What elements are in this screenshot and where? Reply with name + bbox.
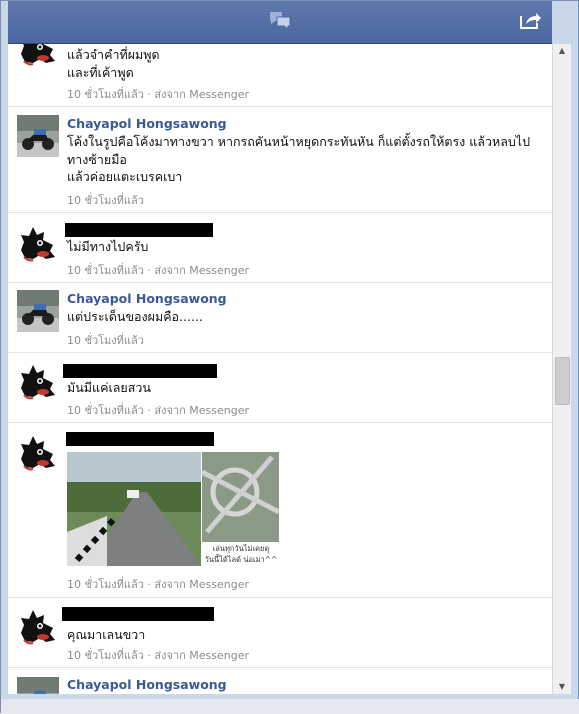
message-list: แล้วจำคำที่ผมพูดและที่เค้าพูด 10 ชั่วโมงท… [8,44,552,694]
message-line: มันมีแค่เลยสวน [67,380,151,395]
share-icon[interactable] [518,9,542,35]
message-line: และที่เค้าพูด [67,64,134,80]
chat-header [8,1,552,44]
sender-name[interactable]: Chayapol Hongsawong [67,116,227,131]
avatar-motorcycle[interactable] [17,115,59,157]
message-timestamp[interactable]: 10 ชั่วโมงที่แล้ว · ส่งจาก Messenger [67,261,249,279]
sender-name[interactable]: Chayapol Hongsawong [67,291,227,306]
message-item: แล้วจำคำที่ผมพูดและที่เค้าพูด 10 ชั่วโมงท… [8,44,552,107]
message-line: คุณมาเลนขวา [67,627,146,642]
message-line: แล้วค่อยแตะเบรคเบา [67,169,183,184]
redacted-sender-name [63,364,217,378]
message-text: โค้งในรูปคือโค้งมาทางขวา หากรถคันหน้าหยุ… [67,133,545,186]
window-bottom-edge [1,699,579,714]
sender-name[interactable]: Chayapol Hongsawong [67,677,227,692]
message-line: แล้วจำคำที่ผมพูด [67,47,160,62]
avatar-dog-icon[interactable] [17,223,59,265]
photo-attachment[interactable]: เล่นทุกวันไม่เคยดุ วันนี้ได้ไลด์ น่อเมา^^ [67,452,281,570]
avatar-motorcycle[interactable] [17,677,59,694]
avatar-dog-icon[interactable] [17,44,59,69]
avatar-motorcycle[interactable] [17,290,59,332]
message-text: ไม่มีทางไปครับ [67,238,545,256]
scroll-up-icon[interactable]: ▲ [553,44,571,58]
redacted-sender-name [62,607,214,621]
chat-window: แล้วจำคำที่ผมพูดและที่เค้าพูด 10 ชั่วโมงท… [0,0,579,714]
message-timestamp[interactable]: 10 ชั่วโมงที่แล้ว · ส่งจาก Messenger [67,575,249,593]
message-item: มันมีแค่เลยสวน 10 ชั่วโมงที่แล้ว · ส่งจาก… [8,353,552,423]
message-item: Chayapol Hongsawong แต่ประเด็นของผมคือ...… [8,283,552,353]
message-timestamp[interactable]: 10 ชั่วโมงที่แล้ว [67,331,144,349]
scroll-down-icon[interactable]: ▼ [553,680,571,694]
message-item: Chayapol Hongsawong โค้งในรูปคือโค้งมาทาง… [8,107,552,213]
message-line: ไม่มีทางไปครับ [67,239,149,254]
message-line: โค้งในรูปคือโค้งมาทางขวา หากรถคันหน้าหยุ… [67,134,531,167]
message-item: เล่นทุกวันไม่เคยดุ วันนี้ได้ไลด์ น่อเมา^^… [8,423,552,598]
scroll-thumb[interactable] [555,357,570,405]
avatar-dog-icon[interactable] [17,606,59,648]
message-timestamp[interactable]: 10 ชั่วโมงที่แล้ว · ส่งจาก Messenger [67,85,249,103]
redacted-sender-name [65,223,213,237]
message-timestamp[interactable]: 10 ชั่วโมงที่แล้ว · ส่งจาก Messenger [67,646,249,664]
message-line: แต่ประเด็นของผมคือ...... [67,309,203,324]
redacted-sender-name [66,432,214,446]
message-item: ไม่มีทางไปครับ 10 ชั่วโมงที่แล้ว · ส่งจาก… [8,213,552,283]
avatar-dog-icon[interactable] [17,361,59,403]
message-timestamp[interactable]: 10 ชั่วโมงที่แล้ว [67,191,144,209]
avatar-dog-icon[interactable] [17,432,59,474]
message-item: Chayapol Hongsawong [8,668,552,694]
message-text: แล้วจำคำที่ผมพูดและที่เค้าพูด [67,46,545,81]
message-text: คุณมาเลนขวา [67,626,545,644]
message-item: คุณมาเลนขวา 10 ชั่วโมงที่แล้ว · ส่งจาก Me… [8,598,552,668]
message-text: แต่ประเด็นของผมคือ...... [67,308,545,326]
scrollbar[interactable]: ▲ ▼ [553,44,571,694]
message-timestamp[interactable]: 10 ชั่วโมงที่แล้ว · ส่งจาก Messenger [67,401,249,419]
message-text: มันมีแค่เลยสวน [67,379,545,397]
chat-bubbles-icon[interactable] [268,10,292,36]
photo-caption: วันนี้ได้ไลด์ น่อเมา^^ [204,555,278,564]
